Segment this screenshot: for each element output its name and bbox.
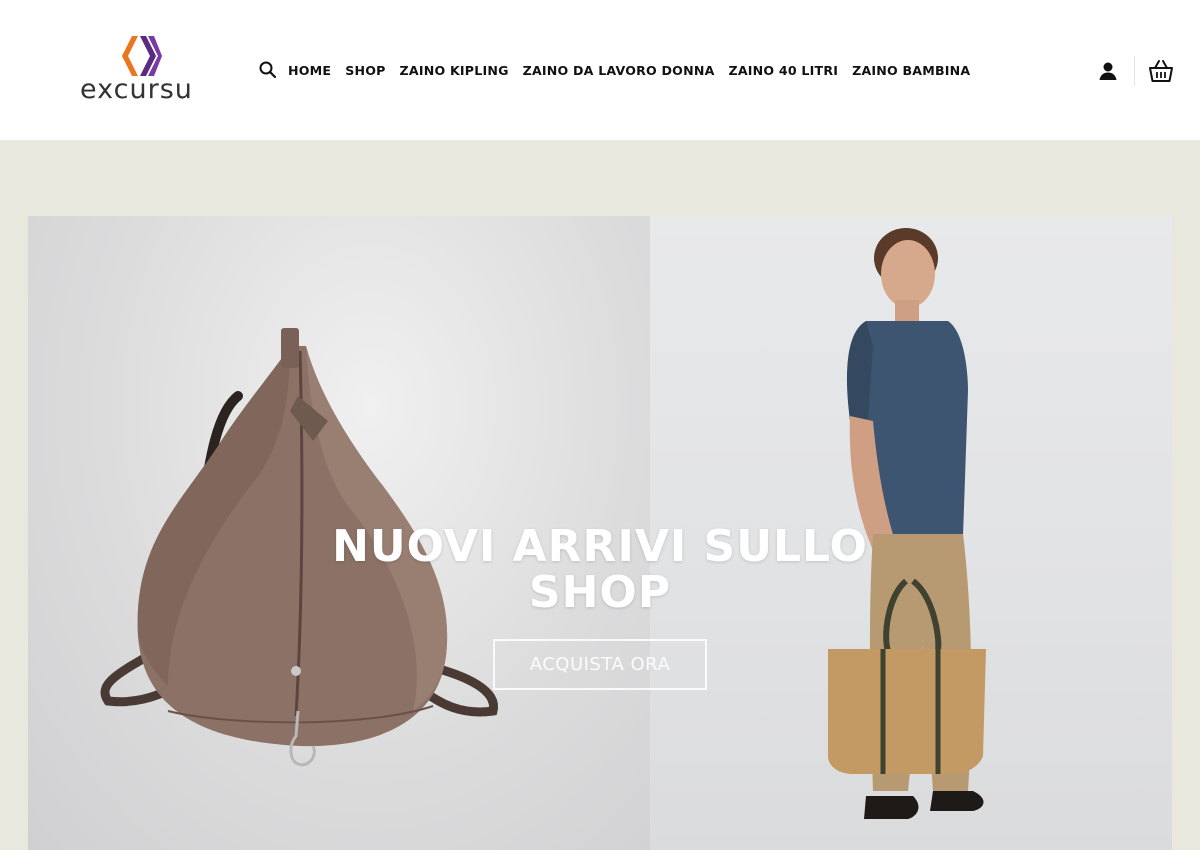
shop-now-button[interactable]: ACQUISTA ORA <box>493 639 707 690</box>
nav-item-zaino-bambina[interactable]: ZAINO BAMBINA <box>852 63 970 78</box>
hero-title: NUOVI ARRIVI SULLO SHOP <box>332 521 868 618</box>
logo-chevrons-icon <box>122 36 162 76</box>
site-header: excursu HOME SHOP ZAINO KIPLING ZAINO DA… <box>0 0 1200 141</box>
nav-item-zaino-40-litri[interactable]: ZAINO 40 LITRI <box>729 63 839 78</box>
main-nav: HOME SHOP ZAINO KIPLING ZAINO DA LAVORO … <box>258 58 984 82</box>
header-divider <box>1134 56 1135 86</box>
brand-logo[interactable]: excursu <box>78 34 208 106</box>
basket-icon[interactable] <box>1148 58 1174 84</box>
user-icon[interactable] <box>1096 59 1120 83</box>
brand-name: excursu <box>80 74 193 105</box>
nav-item-zaino-da-lavoro-donna[interactable]: ZAINO DA LAVORO DONNA <box>523 63 715 78</box>
nav-item-home[interactable]: HOME <box>288 63 331 78</box>
nav-item-shop[interactable]: SHOP <box>345 63 385 78</box>
search-icon[interactable] <box>258 60 278 80</box>
nav-item-zaino-kipling[interactable]: ZAINO KIPLING <box>400 63 509 78</box>
header-actions <box>1096 56 1174 86</box>
hero-banner[interactable]: NUOVI ARRIVI SULLO SHOP ACQUISTA ORA <box>28 216 1172 850</box>
